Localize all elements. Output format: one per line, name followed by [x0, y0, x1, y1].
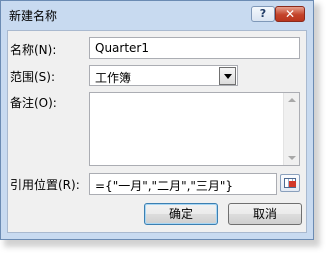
scope-label: 范围(S): — [10, 70, 56, 84]
comment-textarea[interactable] — [89, 92, 300, 166]
cancel-button[interactable]: 取消 — [228, 203, 302, 225]
range-marker-icon — [289, 181, 296, 187]
title-bar[interactable]: 新建名称 ? ✕ — [1, 1, 313, 28]
name-input-value: Quarter1 — [95, 41, 149, 55]
dialog-title: 新建名称 — [9, 9, 58, 23]
collapse-dialog-button[interactable] — [280, 174, 300, 192]
scope-select-value: 工作簿 — [95, 71, 132, 85]
scroll-up-icon[interactable] — [288, 98, 296, 102]
name-label: 名称(N): — [10, 43, 57, 57]
scope-select[interactable]: 工作簿 — [89, 65, 238, 86]
refers-to-input-value: ={"一月","二月","三月"} — [95, 179, 234, 193]
ok-button[interactable]: 确定 — [144, 203, 218, 225]
name-input[interactable]: Quarter1 — [89, 37, 300, 59]
new-name-dialog: 新建名称 ? ✕ 名称(N): Quarter1 范围(S): 工作簿 备注(O… — [0, 0, 314, 240]
refers-to-label: 引用位置(R): — [10, 178, 80, 192]
close-button[interactable]: ✕ — [275, 6, 305, 22]
chevron-down-icon[interactable] — [219, 67, 236, 85]
help-button[interactable]: ? — [251, 6, 275, 22]
comment-scrollbar[interactable] — [283, 93, 299, 165]
dialog-body: 名称(N): Quarter1 范围(S): 工作簿 备注(O): 引用位置(R… — [7, 30, 307, 233]
scroll-down-icon[interactable] — [288, 156, 296, 160]
comment-label: 备注(O): — [10, 96, 57, 110]
refers-to-input[interactable]: ={"一月","二月","三月"} — [89, 173, 277, 195]
